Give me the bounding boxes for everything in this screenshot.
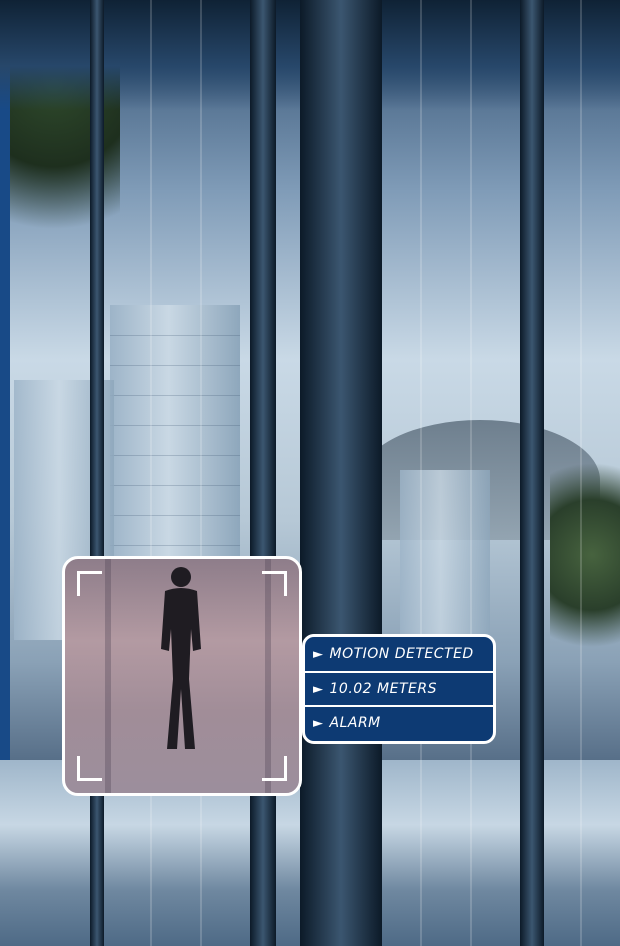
detection-info-panel: ► MOTION DETECTED ► 10.02 METERS ► ALARM bbox=[302, 634, 496, 744]
right-building bbox=[400, 470, 490, 640]
status-row-motion: ► MOTION DETECTED bbox=[305, 637, 493, 671]
status-text: 10.02 METERS bbox=[329, 681, 437, 697]
corner-bracket-bottom-left bbox=[77, 756, 102, 781]
column-pillar bbox=[300, 0, 382, 946]
window-mullion bbox=[90, 0, 104, 946]
indoor-plant bbox=[550, 440, 620, 670]
glass-reflection bbox=[470, 0, 472, 946]
person-silhouette bbox=[161, 567, 201, 749]
surveillance-photo: ► MOTION DETECTED ► 10.02 METERS ► ALARM bbox=[0, 0, 620, 946]
status-text: ALARM bbox=[329, 715, 381, 731]
window-mullion bbox=[250, 0, 276, 946]
corner-bracket-bottom-right bbox=[262, 756, 287, 781]
glass-reflection bbox=[200, 0, 202, 946]
play-triangle-icon: ► bbox=[313, 715, 324, 731]
detection-box bbox=[62, 556, 302, 796]
status-row-distance: ► 10.02 METERS bbox=[305, 671, 493, 705]
corner-bracket-top-left bbox=[77, 571, 102, 596]
play-triangle-icon: ► bbox=[313, 681, 324, 697]
play-triangle-icon: ► bbox=[313, 646, 324, 662]
status-row-alarm: ► ALARM bbox=[305, 705, 493, 739]
glass-reflection bbox=[580, 0, 582, 946]
glass-reflection bbox=[150, 0, 152, 946]
corner-bracket-top-right bbox=[262, 571, 287, 596]
window-mullion bbox=[520, 0, 544, 946]
glass-reflection bbox=[420, 0, 422, 946]
status-text: MOTION DETECTED bbox=[329, 646, 474, 662]
